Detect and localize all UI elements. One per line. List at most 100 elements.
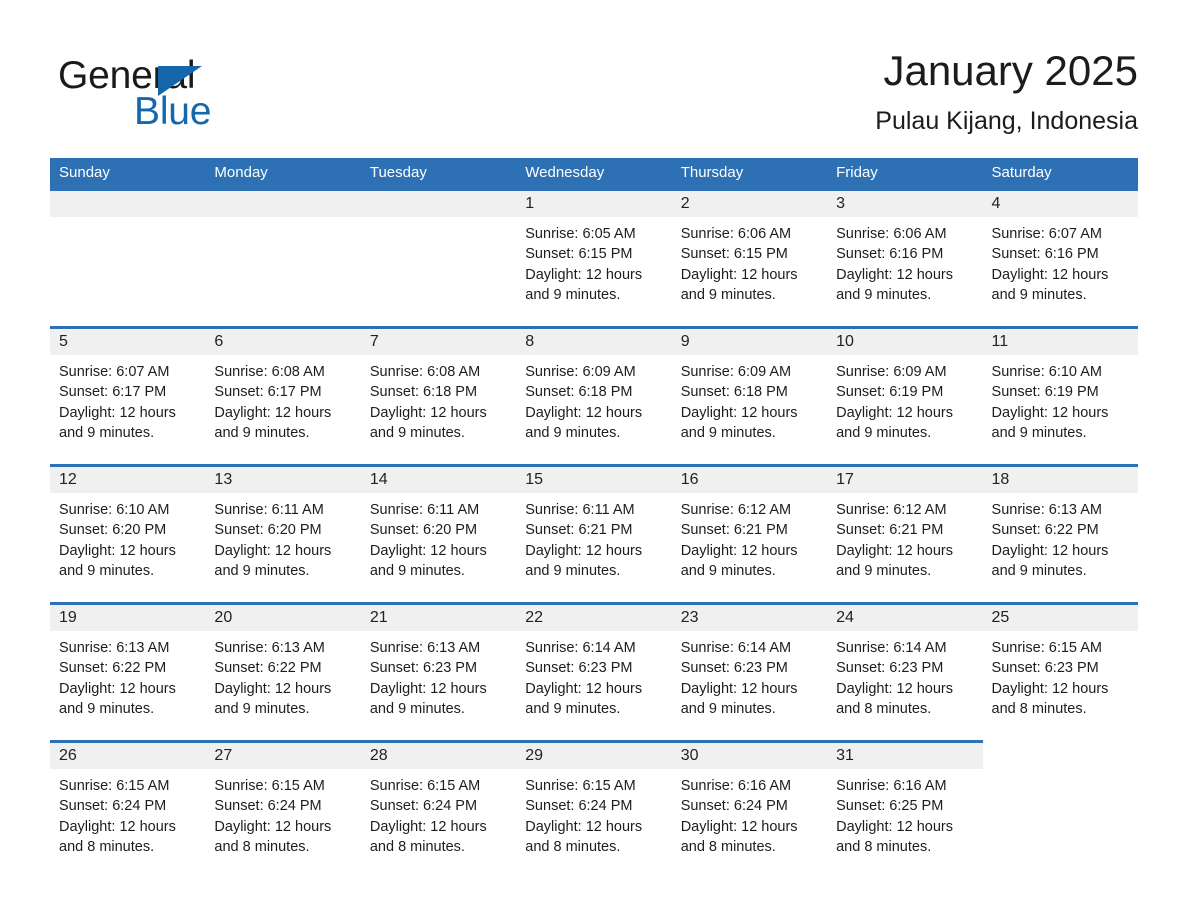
- day-detail[interactable]: Sunrise: 6:13 AM Sunset: 6:23 PM Dayligh…: [361, 631, 516, 740]
- day-cell[interactable]: 25: [983, 605, 1138, 631]
- day-detail[interactable]: Sunrise: 6:12 AM Sunset: 6:21 PM Dayligh…: [672, 493, 827, 602]
- day-detail[interactable]: Sunrise: 6:14 AM Sunset: 6:23 PM Dayligh…: [516, 631, 671, 740]
- day-detail[interactable]: Sunrise: 6:10 AM Sunset: 6:20 PM Dayligh…: [50, 493, 205, 602]
- day-cell[interactable]: 20: [205, 605, 360, 631]
- daylight-text-line1: Daylight: 12 hours: [214, 818, 332, 835]
- day-cell[interactable]: [205, 191, 360, 217]
- day-cell[interactable]: 22: [516, 605, 671, 631]
- day-detail[interactable]: [361, 217, 516, 326]
- day-cell[interactable]: 3: [827, 191, 982, 217]
- day-detail[interactable]: Sunrise: 6:13 AM Sunset: 6:22 PM Dayligh…: [50, 631, 205, 740]
- daylight-text-line2: and 9 minutes.: [680, 287, 776, 304]
- day-cell[interactable]: 26: [50, 743, 205, 769]
- day-detail[interactable]: Sunrise: 6:09 AM Sunset: 6:18 PM Dayligh…: [516, 355, 671, 464]
- daylight-text-line1: Daylight: 12 hours: [59, 818, 176, 835]
- day-detail[interactable]: Sunrise: 6:16 AM Sunset: 6:24 PM Dayligh…: [672, 769, 827, 878]
- day-detail[interactable]: Sunrise: 6:09 AM Sunset: 6:18 PM Dayligh…: [672, 355, 827, 464]
- day-info: Sunrise: 6:14 AM Sunset: 6:23 PM Dayligh…: [516, 631, 671, 720]
- daylight-text-line2: and 9 minutes.: [836, 425, 932, 442]
- sunrise-text: Sunrise: 6:14 AM: [836, 640, 947, 656]
- day-number: 29: [525, 747, 544, 764]
- day-cell[interactable]: 19: [50, 605, 205, 631]
- day-detail[interactable]: Sunrise: 6:14 AM Sunset: 6:23 PM Dayligh…: [827, 631, 982, 740]
- day-cell[interactable]: 24: [827, 605, 982, 631]
- sunset-text: Sunset: 6:20 PM: [369, 522, 478, 539]
- day-detail[interactable]: Sunrise: 6:09 AM Sunset: 6:19 PM Dayligh…: [827, 355, 982, 464]
- day-cell[interactable]: 31: [827, 743, 982, 769]
- day-cell[interactable]: 30: [672, 743, 827, 769]
- day-detail[interactable]: Sunrise: 6:15 AM Sunset: 6:24 PM Dayligh…: [205, 769, 360, 878]
- day-cell[interactable]: 2: [672, 191, 827, 217]
- sunrise-text: Sunrise: 6:15 AM: [525, 778, 636, 794]
- day-cell[interactable]: 29: [516, 743, 671, 769]
- sunset-text: Sunset: 6:17 PM: [59, 384, 167, 401]
- day-cell[interactable]: 5: [50, 329, 205, 355]
- day-detail[interactable]: [205, 217, 360, 326]
- sunrise-text: Sunrise: 6:14 AM: [525, 640, 636, 656]
- day-cell[interactable]: 17: [827, 467, 982, 493]
- day-info: Sunrise: 6:15 AM Sunset: 6:24 PM Dayligh…: [516, 769, 671, 858]
- sunset-text: Sunset: 6:23 PM: [836, 660, 944, 677]
- day-detail[interactable]: Sunrise: 6:12 AM Sunset: 6:21 PM Dayligh…: [827, 493, 982, 602]
- day-cell[interactable]: 15: [516, 467, 671, 493]
- day-detail[interactable]: Sunrise: 6:06 AM Sunset: 6:15 PM Dayligh…: [672, 217, 827, 326]
- day-cell[interactable]: 27: [205, 743, 360, 769]
- day-detail[interactable]: Sunrise: 6:16 AM Sunset: 6:25 PM Dayligh…: [827, 769, 982, 878]
- day-cell[interactable]: 1: [516, 191, 671, 217]
- day-cell[interactable]: 7: [361, 329, 516, 355]
- day-detail[interactable]: Sunrise: 6:15 AM Sunset: 6:24 PM Dayligh…: [516, 769, 671, 878]
- day-detail[interactable]: Sunrise: 6:15 AM Sunset: 6:23 PM Dayligh…: [983, 631, 1138, 740]
- day-detail[interactable]: Sunrise: 6:06 AM Sunset: 6:16 PM Dayligh…: [827, 217, 982, 326]
- day-detail[interactable]: Sunrise: 6:11 AM Sunset: 6:21 PM Dayligh…: [516, 493, 671, 602]
- week-daynumber-band: 1 2 3 4: [50, 191, 1138, 217]
- day-info: Sunrise: 6:15 AM Sunset: 6:23 PM Dayligh…: [983, 631, 1138, 720]
- day-number: 3: [836, 195, 846, 212]
- day-cell[interactable]: 9: [672, 329, 827, 355]
- sunrise-text: Sunrise: 6:13 AM: [59, 640, 170, 656]
- daylight-text-line1: Daylight: 12 hours: [991, 680, 1109, 697]
- day-cell[interactable]: [361, 191, 516, 217]
- day-detail[interactable]: Sunrise: 6:08 AM Sunset: 6:17 PM Dayligh…: [205, 355, 360, 464]
- day-cell[interactable]: 11: [983, 329, 1138, 355]
- day-cell[interactable]: 8: [516, 329, 671, 355]
- day-cell[interactable]: 16: [672, 467, 827, 493]
- sunset-text: Sunset: 6:24 PM: [59, 798, 167, 815]
- weekday-label: Saturday: [991, 164, 1052, 181]
- day-detail[interactable]: Sunrise: 6:08 AM Sunset: 6:18 PM Dayligh…: [361, 355, 516, 464]
- day-detail[interactable]: Sunrise: 6:15 AM Sunset: 6:24 PM Dayligh…: [361, 769, 516, 878]
- day-detail[interactable]: Sunrise: 6:07 AM Sunset: 6:17 PM Dayligh…: [50, 355, 205, 464]
- day-cell[interactable]: 13: [205, 467, 360, 493]
- day-cell[interactable]: 21: [361, 605, 516, 631]
- daylight-text-line1: Daylight: 12 hours: [59, 542, 176, 559]
- sunrise-text: Sunrise: 6:08 AM: [214, 364, 325, 380]
- day-cell[interactable]: 10: [827, 329, 982, 355]
- day-cell[interactable]: 28: [361, 743, 516, 769]
- day-detail[interactable]: Sunrise: 6:11 AM Sunset: 6:20 PM Dayligh…: [205, 493, 360, 602]
- day-detail[interactable]: Sunrise: 6:14 AM Sunset: 6:23 PM Dayligh…: [672, 631, 827, 740]
- daylight-text-line2: and 8 minutes.: [59, 839, 155, 856]
- day-detail[interactable]: Sunrise: 6:11 AM Sunset: 6:20 PM Dayligh…: [361, 493, 516, 602]
- day-detail[interactable]: Sunrise: 6:15 AM Sunset: 6:24 PM Dayligh…: [50, 769, 205, 878]
- day-detail[interactable]: Sunrise: 6:10 AM Sunset: 6:19 PM Dayligh…: [983, 355, 1138, 464]
- day-cell[interactable]: 12: [50, 467, 205, 493]
- daylight-text-line2: and 8 minutes.: [836, 839, 932, 856]
- day-number: 30: [680, 747, 699, 764]
- weekday-label: Friday: [836, 164, 878, 181]
- day-detail[interactable]: Sunrise: 6:07 AM Sunset: 6:16 PM Dayligh…: [983, 217, 1138, 326]
- day-cell[interactable]: 23: [672, 605, 827, 631]
- daylight-text-line2: and 9 minutes.: [680, 563, 776, 580]
- day-cell[interactable]: 18: [983, 467, 1138, 493]
- day-info: Sunrise: 6:13 AM Sunset: 6:22 PM Dayligh…: [50, 631, 205, 720]
- day-detail[interactable]: [50, 217, 205, 326]
- day-detail[interactable]: Sunrise: 6:13 AM Sunset: 6:22 PM Dayligh…: [983, 493, 1138, 602]
- day-detail[interactable]: Sunrise: 6:13 AM Sunset: 6:22 PM Dayligh…: [205, 631, 360, 740]
- day-detail[interactable]: Sunrise: 6:05 AM Sunset: 6:15 PM Dayligh…: [516, 217, 671, 326]
- sunset-text: Sunset: 6:23 PM: [525, 660, 633, 677]
- day-cell[interactable]: 6: [205, 329, 360, 355]
- day-cell[interactable]: 4: [983, 191, 1138, 217]
- day-cell[interactable]: [50, 191, 205, 217]
- day-cell[interactable]: 14: [361, 467, 516, 493]
- generalblue-logo[interactable]: General Blue: [58, 54, 378, 140]
- week-daynumber-band: 26 27 28 29 30 31: [50, 743, 983, 769]
- sunrise-text: Sunrise: 6:14 AM: [680, 640, 792, 656]
